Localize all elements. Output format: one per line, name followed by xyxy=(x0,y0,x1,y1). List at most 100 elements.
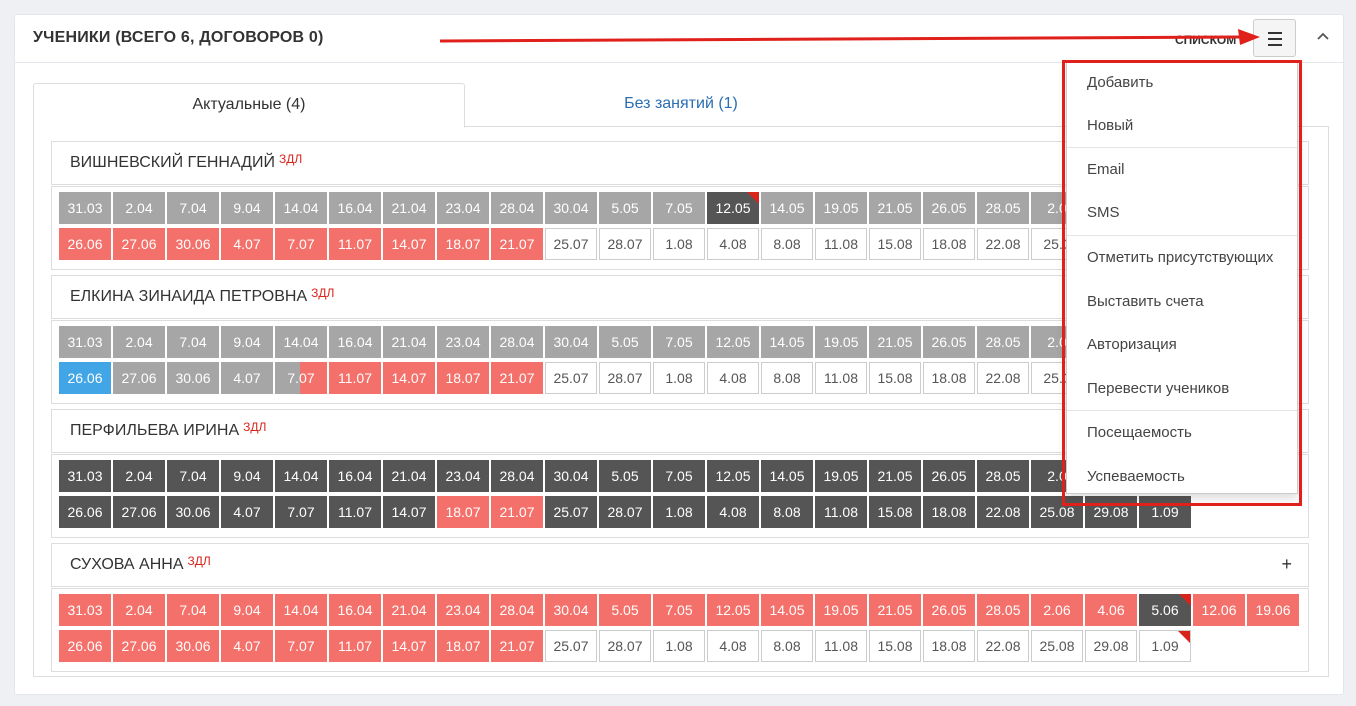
lesson-cell[interactable]: 19.05 xyxy=(815,326,867,358)
lesson-cell[interactable]: 11.07 xyxy=(329,630,381,662)
lesson-cell[interactable]: 30.04 xyxy=(545,326,597,358)
lesson-cell[interactable]: 2.04 xyxy=(113,192,165,224)
lesson-cell[interactable]: 18.07 xyxy=(437,362,489,394)
lesson-cell[interactable]: 18.08 xyxy=(923,630,975,662)
lesson-cell[interactable]: 30.06 xyxy=(167,228,219,260)
lesson-cell[interactable]: 12.05 xyxy=(707,594,759,626)
lesson-cell[interactable]: 25.07 xyxy=(545,228,597,260)
lesson-cell[interactable]: 8.08 xyxy=(761,362,813,394)
lesson-cell[interactable]: 28.05 xyxy=(977,460,1029,492)
lesson-cell[interactable]: 11.08 xyxy=(815,496,867,528)
lesson-cell[interactable]: 18.07 xyxy=(437,228,489,260)
expand-plus-icon[interactable]: + xyxy=(1281,554,1292,575)
lesson-cell[interactable]: 28.05 xyxy=(977,326,1029,358)
lesson-cell[interactable]: 14.05 xyxy=(761,594,813,626)
lesson-cell[interactable]: 2.06 xyxy=(1031,594,1083,626)
lesson-cell[interactable]: 4.08 xyxy=(707,362,759,394)
lesson-cell[interactable]: 11.07 xyxy=(329,362,381,394)
lesson-cell[interactable]: 28.05 xyxy=(977,192,1029,224)
lesson-cell[interactable]: 11.08 xyxy=(815,630,867,662)
lesson-cell[interactable]: 14.04 xyxy=(275,192,327,224)
lesson-cell[interactable]: 8.08 xyxy=(761,496,813,528)
student-header[interactable]: СУХОВА АННА ЗДЛ + xyxy=(51,543,1309,587)
lesson-cell[interactable]: 4.08 xyxy=(707,630,759,662)
lesson-cell[interactable]: 23.04 xyxy=(437,192,489,224)
lesson-cell[interactable]: 1.08 xyxy=(653,228,705,260)
lesson-cell[interactable]: 5.05 xyxy=(599,326,651,358)
student-name[interactable]: ВИШНЕВСКИЙ ГЕННАДИЙ ЗДЛ xyxy=(70,152,302,172)
lesson-cell[interactable]: 7.04 xyxy=(167,594,219,626)
lesson-cell[interactable]: 7.05 xyxy=(653,460,705,492)
lesson-cell[interactable]: 12.05 xyxy=(707,460,759,492)
lesson-cell[interactable]: 23.04 xyxy=(437,326,489,358)
lesson-cell[interactable]: 14.05 xyxy=(761,460,813,492)
lesson-cell[interactable]: 15.08 xyxy=(869,630,921,662)
lesson-cell[interactable]: 27.06 xyxy=(113,228,165,260)
lesson-cell[interactable]: 26.06 xyxy=(59,228,111,260)
lesson-cell[interactable]: 16.04 xyxy=(329,460,381,492)
lesson-cell[interactable]: 7.04 xyxy=(167,192,219,224)
lesson-cell[interactable]: 28.04 xyxy=(491,326,543,358)
lesson-cell[interactable]: 4.07 xyxy=(221,362,273,394)
lesson-cell[interactable]: 16.04 xyxy=(329,326,381,358)
lesson-cell[interactable]: 23.04 xyxy=(437,460,489,492)
lesson-cell[interactable]: 19.05 xyxy=(815,460,867,492)
lesson-cell[interactable]: 30.04 xyxy=(545,460,597,492)
lesson-cell[interactable]: 5.06 xyxy=(1139,594,1191,626)
lesson-cell[interactable]: 21.07 xyxy=(491,496,543,528)
lesson-cell[interactable]: 8.08 xyxy=(761,630,813,662)
lesson-cell[interactable]: 31.03 xyxy=(59,594,111,626)
lesson-cell[interactable]: 30.06 xyxy=(167,362,219,394)
lesson-cell[interactable]: 22.08 xyxy=(977,362,1029,394)
lesson-cell[interactable]: 1.09 xyxy=(1139,630,1191,662)
lesson-cell[interactable]: 21.07 xyxy=(491,630,543,662)
lesson-cell[interactable]: 4.07 xyxy=(221,496,273,528)
lesson-cell[interactable]: 9.04 xyxy=(221,192,273,224)
lesson-cell[interactable]: 7.07 xyxy=(275,496,327,528)
lesson-cell[interactable]: 14.04 xyxy=(275,326,327,358)
lesson-cell[interactable]: 11.07 xyxy=(329,228,381,260)
lesson-cell[interactable]: 8.08 xyxy=(761,228,813,260)
lesson-cell[interactable]: 14.07 xyxy=(383,228,435,260)
lesson-cell[interactable]: 27.06 xyxy=(113,496,165,528)
menu-item-sms[interactable]: SMS xyxy=(1067,195,1297,231)
lesson-cell[interactable]: 14.05 xyxy=(761,192,813,224)
lesson-cell[interactable]: 26.05 xyxy=(923,460,975,492)
lesson-cell[interactable]: 1.09 xyxy=(1139,496,1191,528)
lesson-cell[interactable]: 26.05 xyxy=(923,326,975,358)
lesson-cell[interactable]: 22.08 xyxy=(977,630,1029,662)
menu-item-attendance[interactable]: Посещаемость xyxy=(1067,415,1297,451)
menu-item-new[interactable]: Новый xyxy=(1067,108,1297,144)
menu-item-authorization[interactable]: Авторизация xyxy=(1067,327,1297,363)
lesson-cell[interactable]: 12.05 xyxy=(707,192,759,224)
lesson-cell[interactable]: 14.07 xyxy=(383,496,435,528)
lesson-cell[interactable]: 27.06 xyxy=(113,362,165,394)
lesson-cell[interactable]: 18.08 xyxy=(923,228,975,260)
lesson-cell[interactable]: 25.08 xyxy=(1031,496,1083,528)
lesson-cell[interactable]: 22.08 xyxy=(977,228,1029,260)
menu-item-transfer-students[interactable]: Перевести учеников xyxy=(1067,371,1297,407)
lesson-cell[interactable]: 4.07 xyxy=(221,228,273,260)
lesson-cell[interactable]: 16.04 xyxy=(329,192,381,224)
lesson-cell[interactable]: 30.06 xyxy=(167,496,219,528)
lesson-cell[interactable]: 21.04 xyxy=(383,460,435,492)
lesson-cell[interactable]: 14.04 xyxy=(275,460,327,492)
lesson-cell[interactable]: 4.06 xyxy=(1085,594,1137,626)
lesson-cell[interactable]: 7.05 xyxy=(653,192,705,224)
lesson-cell[interactable]: 21.07 xyxy=(491,362,543,394)
lesson-cell[interactable]: 18.07 xyxy=(437,496,489,528)
lesson-cell[interactable]: 1.08 xyxy=(653,630,705,662)
lesson-cell[interactable]: 19.05 xyxy=(815,192,867,224)
lesson-cell[interactable]: 31.03 xyxy=(59,460,111,492)
lesson-cell[interactable]: 2.04 xyxy=(113,594,165,626)
lesson-cell[interactable]: 25.07 xyxy=(545,630,597,662)
lesson-cell[interactable]: 1.08 xyxy=(653,362,705,394)
lesson-cell[interactable]: 25.07 xyxy=(545,496,597,528)
lesson-cell[interactable]: 23.04 xyxy=(437,594,489,626)
lesson-cell[interactable]: 28.04 xyxy=(491,192,543,224)
lesson-cell[interactable]: 31.03 xyxy=(59,192,111,224)
lesson-cell[interactable]: 29.08 xyxy=(1085,496,1137,528)
lesson-cell[interactable]: 19.06 xyxy=(1247,594,1299,626)
lesson-cell[interactable]: 19.05 xyxy=(815,594,867,626)
lesson-cell[interactable]: 28.07 xyxy=(599,228,651,260)
